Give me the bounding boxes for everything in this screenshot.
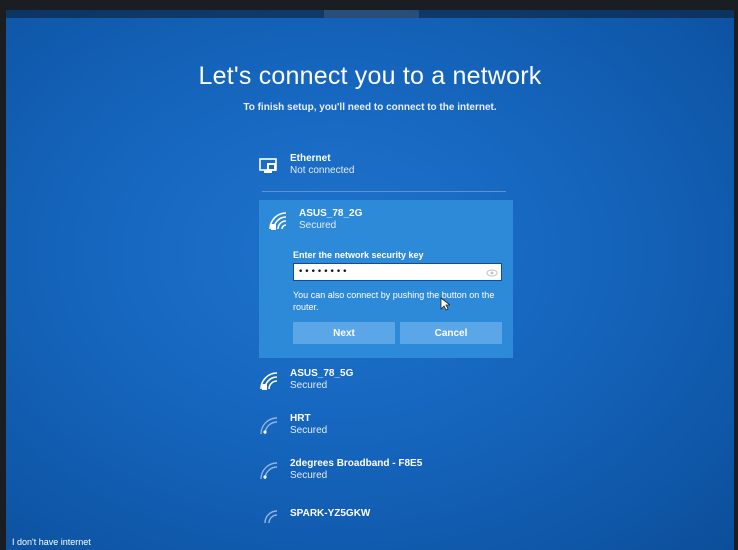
network-name: HRT [290,413,311,424]
wifi-icon [260,372,278,390]
router-hint-text: You can also connect by pushing the butt… [293,290,495,312]
network-item-ethernet[interactable]: Ethernet Not connected [258,153,508,187]
network-name: ASUS_78_2G [299,208,363,219]
network-status: Secured [290,380,328,391]
network-status: Secured [290,425,328,436]
top-bar [6,10,734,18]
network-name: SPARK-YZ5GKW [290,508,371,519]
wifi-weak-icon [264,510,278,524]
reveal-password-icon[interactable] [486,267,498,279]
next-button[interactable]: Next [293,322,395,344]
network-item[interactable]: ASUS_78_5G Secured [258,368,508,402]
no-internet-link[interactable]: I don't have internet [12,537,91,547]
network-name: ASUS_78_5G [290,368,354,379]
cancel-button[interactable]: Cancel [400,322,502,344]
wifi-weak-icon [260,462,278,480]
page-subtitle: To finish setup, you'll need to connect … [243,102,497,113]
page-title: Let's connect you to a network [198,62,542,90]
top-bar-notch [324,10,419,18]
selected-network-card[interactable]: ASUS_78_2G Secured Enter the network sec… [259,200,513,358]
setup-screen: Let's connect you to a network To finish… [6,10,734,550]
security-key-field[interactable] [293,263,502,281]
mouse-cursor-icon [440,297,450,311]
wifi-icon [269,212,287,230]
network-item[interactable]: SPARK-YZ5GKW [258,502,508,536]
network-status: Not connected [290,165,355,176]
network-item[interactable]: 2degrees Broadband - F8E5 Secured [258,458,508,492]
network-name: 2degrees Broadband - F8E5 [290,458,423,469]
ethernet-icon [259,158,277,173]
wifi-weak-icon [260,417,278,435]
network-status: Secured [299,220,337,231]
network-name: Ethernet [290,153,331,164]
security-key-input[interactable] [294,264,484,280]
network-status: Secured [290,470,328,481]
security-key-label: Enter the network security key [293,250,424,260]
divider [262,191,506,192]
network-item[interactable]: HRT Secured [258,413,508,447]
network-item-selected[interactable]: ASUS_78_2G Secured [267,208,517,242]
